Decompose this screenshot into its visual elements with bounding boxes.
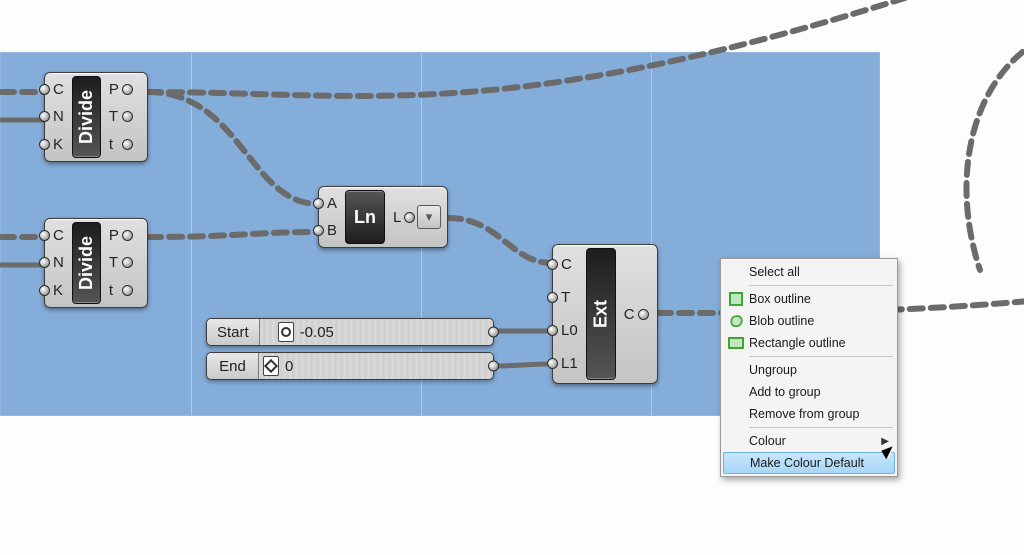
slider-track[interactable]: -0.05 [260, 319, 493, 345]
menu-item-label: Colour [747, 434, 881, 448]
menu-item[interactable]: Select all [723, 261, 895, 283]
preview-icon[interactable]: ▾ [417, 205, 441, 229]
canvas[interactable]: C N K Divide P T t C N K Divide P T t A … [0, 0, 1024, 555]
menu-item[interactable]: Colour▶ [723, 430, 895, 452]
output-port[interactable]: P [103, 224, 127, 248]
menu-item-label: Box outline [747, 292, 889, 306]
input-port[interactable]: T [553, 286, 584, 310]
input-port[interactable]: K [45, 132, 70, 156]
port-label: C [561, 256, 572, 273]
port-label: P [109, 227, 119, 244]
output-port[interactable]: P [103, 78, 127, 102]
component-title: Ext [586, 248, 616, 380]
menu-item[interactable]: Make Colour Default [723, 452, 895, 474]
input-port[interactable]: C [45, 78, 70, 102]
output-grip[interactable] [488, 361, 499, 372]
slider-tag: Start [207, 319, 260, 345]
blob-icon [725, 314, 747, 328]
input-port[interactable]: N [45, 105, 70, 129]
slider-end[interactable]: End 0 [206, 352, 494, 380]
box-icon [725, 292, 747, 306]
slider-handle[interactable] [278, 322, 294, 342]
port-label: B [327, 222, 337, 239]
port-label: K [53, 282, 63, 299]
input-port[interactable]: N [45, 251, 70, 275]
menu-item[interactable]: Blob outline [723, 310, 895, 332]
port-label: N [53, 108, 64, 125]
port-label: K [53, 136, 63, 153]
menu-item-label: Remove from group [747, 407, 889, 421]
slider-value: -0.05 [300, 324, 334, 341]
menu-item[interactable]: Remove from group [723, 403, 895, 425]
component-divide-2[interactable]: C N K Divide P T t [44, 218, 148, 308]
slider-start[interactable]: Start -0.05 [206, 318, 494, 346]
menu-item-label: Blob outline [747, 314, 889, 328]
input-port[interactable]: C [553, 253, 584, 277]
port-label: P [109, 81, 119, 98]
port-label: C [53, 81, 64, 98]
output-port[interactable]: t [103, 278, 127, 302]
port-label: L [393, 209, 401, 226]
menu-separator [749, 285, 893, 286]
menu-item[interactable]: Rectangle outline [723, 332, 895, 354]
slider-value: 0 [285, 358, 293, 375]
input-port[interactable]: C [45, 224, 70, 248]
port-label: T [561, 289, 570, 306]
port-label: t [109, 282, 113, 299]
port-label: N [53, 254, 64, 271]
menu-separator [749, 356, 893, 357]
rect-icon [725, 337, 747, 349]
component-line[interactable]: A B Ln L ▾ [318, 186, 448, 248]
port-label: L1 [561, 355, 578, 372]
port-label: A [327, 195, 337, 212]
menu-item-label: Make Colour Default [748, 456, 888, 470]
port-label: t [109, 136, 113, 153]
output-port[interactable]: L [387, 190, 409, 244]
component-ext[interactable]: C T L0 L1 Ext C [552, 244, 658, 384]
slider-track[interactable]: 0 [259, 353, 493, 379]
port-label: T [109, 108, 118, 125]
input-port[interactable]: B [319, 219, 343, 243]
output-port[interactable]: T [103, 105, 127, 129]
menu-item-label: Ungroup [747, 363, 889, 377]
menu-item[interactable]: Box outline [723, 288, 895, 310]
component-title: Divide [72, 76, 101, 158]
component-title: Ln [345, 190, 385, 244]
input-port[interactable]: K [45, 278, 70, 302]
input-port[interactable]: L1 [553, 352, 584, 376]
component-divide-1[interactable]: C N K Divide P T t [44, 72, 148, 162]
port-label: C [53, 227, 64, 244]
output-port[interactable]: T [103, 251, 127, 275]
menu-item-label: Select all [747, 265, 889, 279]
slider-handle[interactable] [263, 356, 279, 376]
menu-item[interactable]: Add to group [723, 381, 895, 403]
output-port[interactable]: C [618, 302, 643, 326]
input-port[interactable]: A [319, 192, 343, 216]
menu-item[interactable]: Ungroup [723, 359, 895, 381]
output-grip[interactable] [488, 327, 499, 338]
slider-tag: End [207, 353, 259, 379]
menu-item-label: Add to group [747, 385, 889, 399]
port-label: L0 [561, 322, 578, 339]
output-port[interactable]: t [103, 132, 127, 156]
context-menu[interactable]: Select all Box outline Blob outline Rectang… [720, 258, 898, 477]
port-label: T [109, 254, 118, 271]
input-port[interactable]: L0 [553, 319, 584, 343]
menu-separator [749, 427, 893, 428]
menu-item-label: Rectangle outline [747, 336, 889, 350]
port-label: C [624, 306, 635, 323]
component-title: Divide [72, 222, 101, 304]
submenu-arrow-icon: ▶ [881, 436, 889, 447]
